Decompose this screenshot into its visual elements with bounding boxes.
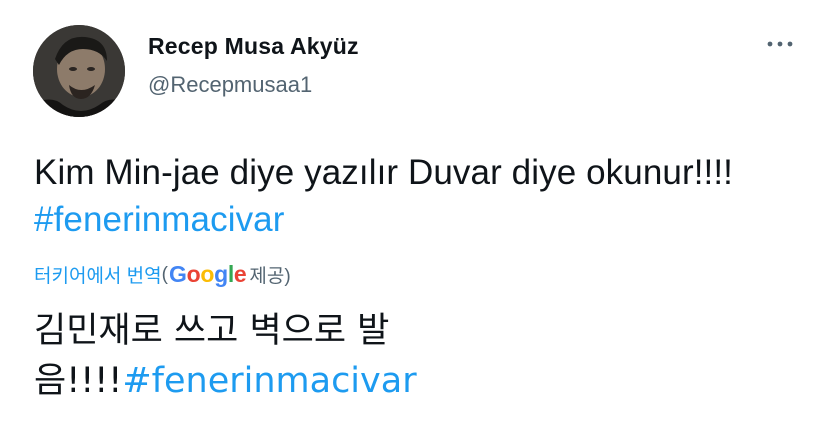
google-logo-letter: G (168, 261, 187, 287)
tweet-card: Recep Musa Akyüz @Recepmusaa1 Kim Min-ja… (0, 0, 828, 423)
paren-open: ( (161, 263, 168, 285)
google-logo-letter: g (214, 261, 228, 287)
google-logo-icon: Google (168, 261, 247, 288)
translated-from-label[interactable]: 터키어에서 번역 (34, 261, 162, 288)
google-logo-letter: o (186, 261, 201, 287)
hashtag-link[interactable]: #fenerinmacivar (34, 200, 285, 239)
google-logo-letter: o (200, 261, 215, 287)
tweet-text: Kim Min-jae diye yazılır Duvar diye okun… (34, 149, 794, 243)
author-handle[interactable]: @Recepmusaa1 (148, 72, 312, 98)
provider-suffix: 제공) (249, 266, 291, 287)
more-options-icon[interactable] (762, 34, 798, 54)
translated-hashtag-link[interactable]: #fenerinmacivar (122, 361, 416, 401)
google-logo-letter: e (233, 261, 247, 287)
translated-tweet-text: 김민재로 쓰고 벽으로 발음!!!!#fenerinmacivar (34, 306, 504, 406)
tweet-body-text: Kim Min-jae diye yazılır Duvar diye okun… (34, 153, 734, 192)
author-avatar[interactable] (33, 25, 125, 117)
translation-attribution: 터키어에서 번역 ( Google 제공) (34, 261, 291, 288)
author-display-name[interactable]: Recep Musa Akyüz (148, 33, 359, 60)
user-photo-avatar-icon (33, 25, 125, 117)
